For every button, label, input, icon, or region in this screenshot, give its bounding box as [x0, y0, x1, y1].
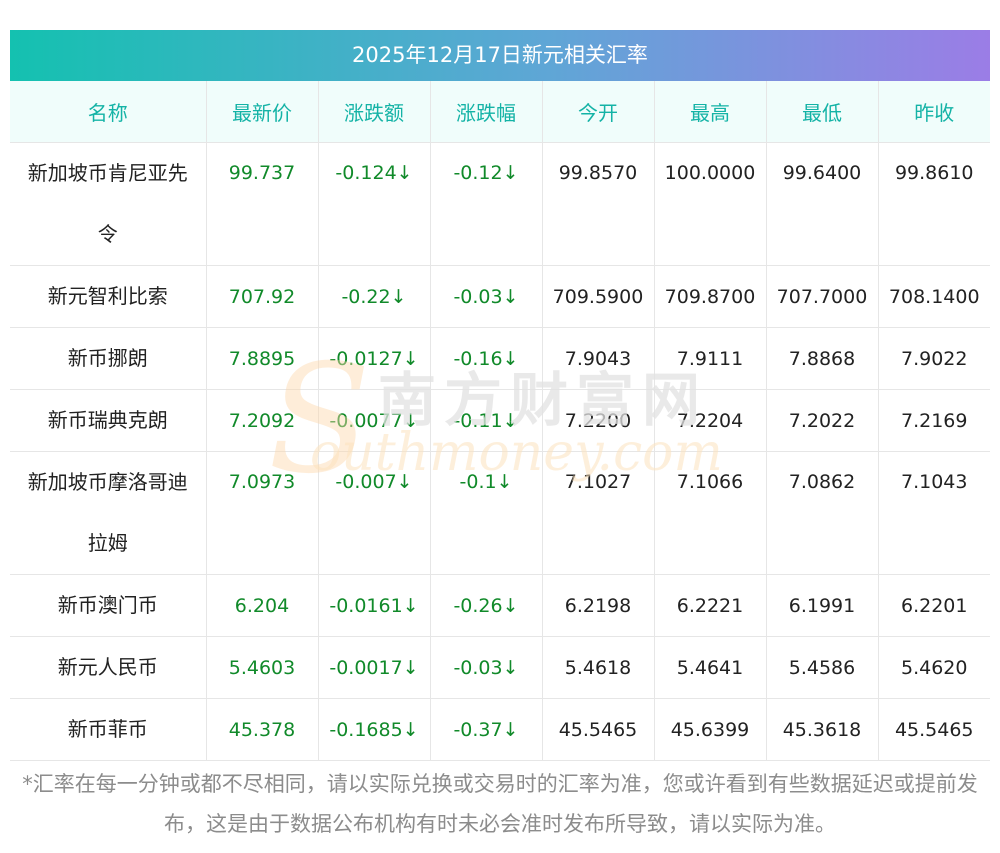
change-amount-cell: -0.124↓ [318, 142, 431, 266]
change-amount-cell: -0.22↓ [318, 265, 431, 328]
open-price-cell: 5.4618 [542, 636, 655, 699]
currency-pair-name: 新加坡币摩洛哥迪 拉姆 [10, 451, 207, 575]
prev-close-cell: 99.8610 [878, 142, 990, 266]
open-price-cell: 7.9043 [542, 327, 655, 390]
latest-price-cell: 6.204 [206, 574, 319, 637]
column-header-latest: 最新价 [206, 81, 319, 143]
currency-pair-name-line1: 新币挪朗 [67, 346, 148, 370]
currency-pair-name-line1: 新加坡币摩洛哥迪 [27, 470, 188, 494]
currency-pair-name-line1: 新币瑞典克朗 [47, 408, 168, 432]
currency-pair-name: 新加坡币肯尼亚先令 [10, 142, 207, 266]
high-price-cell: 100.0000 [654, 142, 767, 266]
table-row: 新币瑞典克朗 7.2092 -0.0077↓ -0.11↓ 7.2200 7.2204 7.… [10, 389, 990, 452]
prev-close-cell: 5.4620 [878, 636, 990, 699]
currency-pair-name-line1: 新加坡币肯尼亚先 [27, 161, 188, 185]
latest-price-cell: 7.0973 [206, 451, 319, 575]
change-amount-cell: -0.1685↓ [318, 698, 431, 761]
high-price-cell: 45.6399 [654, 698, 767, 761]
column-header-change-pct: 涨跌幅 [430, 81, 543, 143]
column-header-change: 涨跌额 [318, 81, 431, 143]
change-percent-cell: -0.12↓ [430, 142, 543, 266]
change-percent-cell: -0.26↓ [430, 574, 543, 637]
prev-close-cell: 7.2169 [878, 389, 990, 452]
latest-price-cell: 7.2092 [206, 389, 319, 452]
high-price-cell: 6.2221 [654, 574, 767, 637]
table-row: 新元人民币 5.4603 -0.0017↓ -0.03↓ 5.4618 5.4641 5.4… [10, 636, 990, 699]
exchange-rate-table: 名称 最新价 涨跌额 涨跌幅 今开 最高 最低 昨收 新加坡币肯尼亚先令 99.7… [10, 81, 990, 761]
high-price-cell: 7.1066 [654, 451, 767, 575]
column-header-low: 最低 [766, 81, 879, 143]
change-percent-cell: -0.03↓ [430, 265, 543, 328]
latest-price-cell: 707.92 [206, 265, 319, 328]
currency-pair-name: 新币挪朗 [10, 327, 207, 390]
prev-close-cell: 7.9022 [878, 327, 990, 390]
disclaimer-text: *汇率在每一分钟或都不尽相同，请以实际兑换或交易时的汇率为准，您或许看到有些数据… [22, 772, 978, 836]
low-price-cell: 5.4586 [766, 636, 879, 699]
table-row: 新币澳门币 6.204 -0.0161↓ -0.26↓ 6.2198 6.2221 6.19… [10, 574, 990, 637]
change-percent-cell: -0.03↓ [430, 636, 543, 699]
currency-pair-name: 新元人民币 [10, 636, 207, 699]
high-price-cell: 7.9111 [654, 327, 767, 390]
change-percent-cell: -0.1↓ [430, 451, 543, 575]
low-price-cell: 707.7000 [766, 265, 879, 328]
change-percent-cell: -0.37↓ [430, 698, 543, 761]
column-header-prev-close: 昨收 [878, 81, 990, 143]
open-price-cell: 6.2198 [542, 574, 655, 637]
currency-pair-name-line1: 新币澳门币 [57, 593, 158, 617]
table-row: 新币菲币 45.378 -0.1685↓ -0.37↓ 45.5465 45.6399 45… [10, 698, 990, 761]
prev-close-cell: 708.1400 [878, 265, 990, 328]
prev-close-cell: 6.2201 [878, 574, 990, 637]
low-price-cell: 7.0862 [766, 451, 879, 575]
table-row: 新加坡币肯尼亚先令 99.737 -0.124↓ -0.12↓ 99.8570 100.0… [10, 142, 990, 266]
change-amount-cell: -0.0077↓ [318, 389, 431, 452]
currency-pair-name: 新币菲币 [10, 698, 207, 761]
column-header-name: 名称 [10, 81, 207, 143]
change-amount-cell: -0.0161↓ [318, 574, 431, 637]
latest-price-cell: 45.378 [206, 698, 319, 761]
change-amount-cell: -0.0017↓ [318, 636, 431, 699]
prev-close-cell: 45.5465 [878, 698, 990, 761]
table-header-row: 名称 最新价 涨跌额 涨跌幅 今开 最高 最低 昨收 [10, 81, 990, 143]
latest-price-cell: 5.4603 [206, 636, 319, 699]
currency-pair-name: 新币澳门币 [10, 574, 207, 637]
table-row: 新币挪朗 7.8895 -0.0127↓ -0.16↓ 7.9043 7.9111 7.88… [10, 327, 990, 390]
high-price-cell: 7.2204 [654, 389, 767, 452]
low-price-cell: 6.1991 [766, 574, 879, 637]
latest-price-cell: 7.8895 [206, 327, 319, 390]
open-price-cell: 99.8570 [542, 142, 655, 266]
change-percent-cell: -0.11↓ [430, 389, 543, 452]
currency-pair-name-line1: 新元人民币 [57, 655, 158, 679]
change-amount-cell: -0.0127↓ [318, 327, 431, 390]
latest-price-cell: 99.737 [206, 142, 319, 266]
currency-pair-name-line1: 新币菲币 [67, 717, 148, 741]
open-price-cell: 709.5900 [542, 265, 655, 328]
page-title: 2025年12月17日新元相关汇率 [10, 30, 990, 81]
low-price-cell: 99.6400 [766, 142, 879, 266]
currency-pair-name-line2: 拉姆 [87, 531, 128, 555]
open-price-cell: 7.1027 [542, 451, 655, 575]
change-amount-cell: -0.007↓ [318, 451, 431, 575]
column-header-open: 今开 [542, 81, 655, 143]
column-header-high: 最高 [654, 81, 767, 143]
table-row: 新元智利比索 707.92 -0.22↓ -0.03↓ 709.5900 709.8700… [10, 265, 990, 328]
low-price-cell: 45.3618 [766, 698, 879, 761]
currency-pair-name: 新币瑞典克朗 [10, 389, 207, 452]
table-row: 新加坡币摩洛哥迪 拉姆 7.0973 -0.007↓ -0.1↓ 7.1027 7.1066… [10, 451, 990, 575]
change-percent-cell: -0.16↓ [430, 327, 543, 390]
low-price-cell: 7.2022 [766, 389, 879, 452]
high-price-cell: 5.4641 [654, 636, 767, 699]
currency-pair-name: 新元智利比索 [10, 265, 207, 328]
low-price-cell: 7.8868 [766, 327, 879, 390]
open-price-cell: 7.2200 [542, 389, 655, 452]
prev-close-cell: 7.1043 [878, 451, 990, 575]
currency-pair-name-line1: 新元智利比索 [47, 284, 168, 308]
high-price-cell: 709.8700 [654, 265, 767, 328]
currency-pair-name-line2: 令 [97, 222, 118, 246]
open-price-cell: 45.5465 [542, 698, 655, 761]
